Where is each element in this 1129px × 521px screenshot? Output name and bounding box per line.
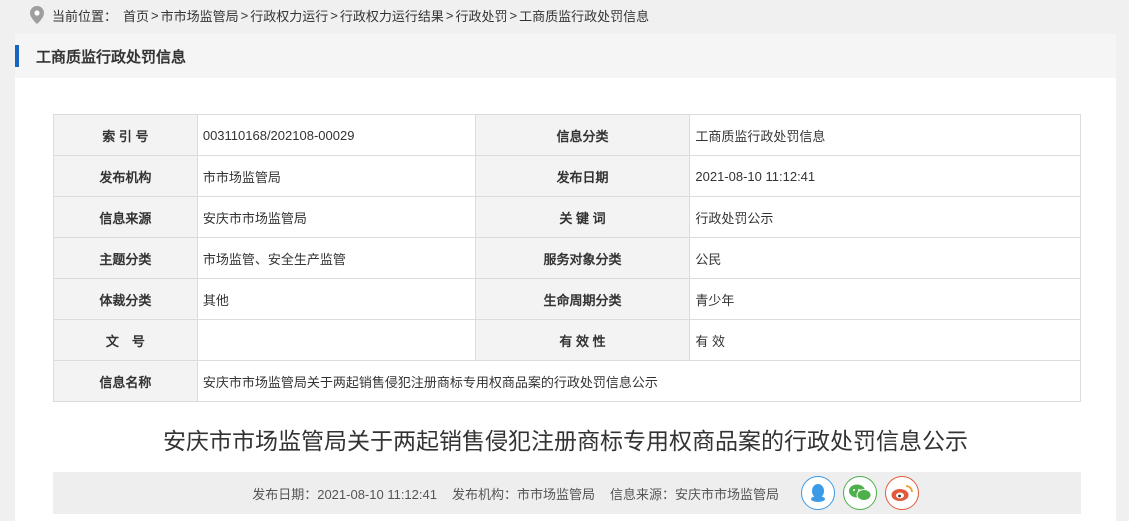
label-service-target: 服务对象分类	[474, 237, 691, 279]
value-publish-date: 2021-08-10 11:12:41	[689, 155, 1081, 197]
label-info-name: 信息名称	[53, 360, 198, 402]
value-genre-category: 其他	[196, 278, 476, 320]
table-row: 发布机构 市市场监管局 发布日期 2021-08-10 11:12:41	[53, 155, 1081, 197]
breadcrumb-current[interactable]: 工商质监行政处罚信息	[519, 6, 649, 25]
table-row: 文 号 有 效 性 有 效	[53, 319, 1081, 361]
value-topic-category: 市场监管、安全生产监管	[196, 237, 476, 279]
label-life-cycle: 生命周期分类	[474, 278, 691, 320]
breadcrumb: 当前位置： 首页 > 市市场监管局 > 行政权力运行 > 行政权力运行结果 > …	[30, 0, 649, 30]
qq-icon[interactable]	[801, 476, 835, 510]
value-info-category: 工商质监行政处罚信息	[689, 114, 1081, 156]
share-buttons	[801, 476, 919, 510]
breadcrumb-home[interactable]: 首页	[123, 6, 149, 25]
breadcrumb-admin-power[interactable]: 行政权力运行	[250, 6, 328, 25]
label-validity: 有 效 性	[474, 319, 691, 361]
breadcrumb-prefix: 当前位置：	[52, 8, 118, 24]
document-title: 安庆市市场监管局关于两起销售侵犯注册商标专用权商品案的行政处罚信息公示	[163, 428, 968, 454]
breadcrumb-separator: >	[330, 7, 338, 23]
value-life-cycle: 青少年	[689, 278, 1081, 320]
value-validity: 有 效	[689, 319, 1081, 361]
table-row: 体裁分类 其他 生命周期分类 青少年	[53, 278, 1081, 320]
meta-publisher: 发布机构：市市场监管局	[451, 486, 595, 502]
breadcrumb-separator: >	[509, 7, 518, 23]
table-row: 信息名称 安庆市市场监管局关于两起销售侵犯注册商标专用权商品案的行政处罚信息公示	[53, 360, 1082, 402]
breadcrumb-admin-penalty[interactable]: 行政处罚	[455, 6, 507, 25]
table-row: 主题分类 市场监管、安全生产监管 服务对象分类 公民	[53, 237, 1081, 279]
breadcrumb-admin-power-result[interactable]: 行政权力运行结果	[340, 6, 444, 25]
label-doc-number: 文 号	[53, 319, 198, 361]
breadcrumb-market-bureau[interactable]: 市市场监管局	[161, 6, 239, 25]
breadcrumb-separator: >	[240, 7, 249, 23]
table-row: 索 引 号 003110168/202108-00029 信息分类 工商质监行政…	[53, 114, 1081, 156]
meta-source: 信息来源：安庆市市场监管局	[609, 486, 779, 502]
value-service-target: 公民	[689, 237, 1081, 279]
value-info-name: 安庆市市场监管局关于两起销售侵犯注册商标专用权商品案的行政处罚信息公示	[196, 360, 1082, 402]
value-doc-number	[196, 319, 476, 361]
label-publish-date: 发布日期	[474, 155, 691, 197]
meta-bar: 发布日期：2021-08-10 11:12:41 发布机构：市市场监管局 信息来…	[53, 472, 1081, 514]
value-publisher: 市市场监管局	[196, 155, 476, 197]
breadcrumb-separator: >	[151, 7, 159, 23]
weibo-icon[interactable]	[885, 476, 919, 510]
meta-publish-date: 发布日期：2021-08-10 11:12:41	[252, 486, 437, 502]
wechat-icon[interactable]	[843, 476, 877, 510]
label-publisher: 发布机构	[53, 155, 198, 197]
value-info-source: 安庆市市场监管局	[196, 196, 476, 238]
label-genre-category: 体裁分类	[53, 278, 198, 320]
location-pin-icon	[30, 6, 44, 24]
content-panel: 工商质监行政处罚信息 索 引 号 003110168/202108-00029 …	[15, 34, 1116, 521]
label-info-source: 信息来源	[53, 196, 198, 238]
table-row: 信息来源 安庆市市场监管局 关 键 词 行政处罚公示	[53, 196, 1081, 238]
label-info-category: 信息分类	[474, 114, 691, 156]
breadcrumb-separator: >	[445, 7, 454, 23]
value-index-number: 003110168/202108-00029	[196, 114, 476, 156]
panel-title: 工商质监行政处罚信息	[15, 34, 1116, 78]
info-table: 索 引 号 003110168/202108-00029 信息分类 工商质监行政…	[53, 114, 1082, 402]
label-index-number: 索 引 号	[53, 114, 198, 156]
label-keywords: 关 键 词	[474, 196, 691, 238]
label-topic-category: 主题分类	[53, 237, 198, 279]
value-keywords: 行政处罚公示	[689, 196, 1081, 238]
